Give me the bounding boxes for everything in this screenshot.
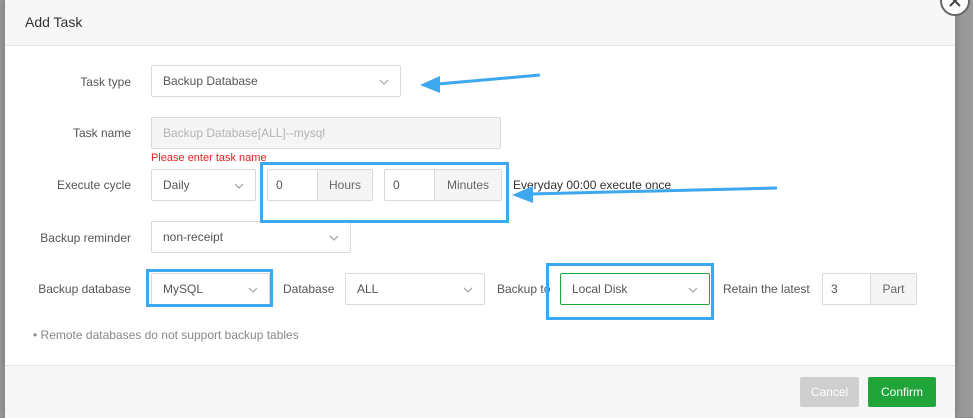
retain-count-value: 3 xyxy=(831,282,838,296)
execute-cycle-description: Everyday 00:00 execute once xyxy=(513,178,672,192)
confirm-button[interactable]: Confirm xyxy=(868,377,936,407)
highlight-box-time xyxy=(260,162,509,223)
task-type-value: Backup Database xyxy=(163,74,258,88)
dialog-title: Add Task xyxy=(25,14,83,30)
chevron-down-icon xyxy=(234,183,244,189)
backup-reminder-value: non-receipt xyxy=(163,230,224,244)
close-icon xyxy=(949,0,961,7)
task-name-input[interactable]: Backup Database[ALL]--mysql xyxy=(151,117,501,149)
backup-reminder-select[interactable]: non-receipt xyxy=(151,221,351,253)
task-name-value: Backup Database[ALL]--mysql xyxy=(163,126,326,140)
task-type-select[interactable]: Backup Database xyxy=(151,65,401,97)
cycle-period-select[interactable]: Daily xyxy=(151,169,256,201)
cancel-button[interactable]: Cancel xyxy=(800,377,859,407)
backup-reminder-label: Backup reminder xyxy=(40,231,131,245)
database-label: Database xyxy=(283,282,335,296)
cycle-period-value: Daily xyxy=(163,178,190,192)
backup-to-label: Backup to xyxy=(497,282,551,296)
remote-db-note: • Remote databases do not support backup… xyxy=(33,328,299,342)
retain-count-input[interactable]: 3 Part xyxy=(822,273,917,305)
task-name-label: Task name xyxy=(72,126,131,140)
retain-latest-label: Retain the latest xyxy=(723,282,810,296)
retain-unit: Part xyxy=(870,274,916,304)
dialog-header: Add Task xyxy=(5,0,955,46)
chevron-down-icon xyxy=(463,287,473,293)
chevron-down-icon xyxy=(329,235,339,241)
execute-cycle-label: Execute cycle xyxy=(56,178,131,192)
database-select[interactable]: ALL xyxy=(345,273,485,305)
remote-db-note-text: Remote databases do not support backup t… xyxy=(40,328,299,342)
database-value: ALL xyxy=(357,282,379,296)
backup-database-label: Backup database xyxy=(38,282,131,296)
task-type-label: Task type xyxy=(80,75,131,89)
highlight-box-db-type xyxy=(146,269,273,307)
task-name-error: Please enter task name xyxy=(151,152,267,164)
chevron-down-icon xyxy=(379,79,389,85)
dialog-footer: Cancel Confirm xyxy=(5,365,955,418)
highlight-box-backup-to xyxy=(546,263,714,320)
add-task-dialog: Add Task Task type Backup Database Task … xyxy=(5,0,955,418)
